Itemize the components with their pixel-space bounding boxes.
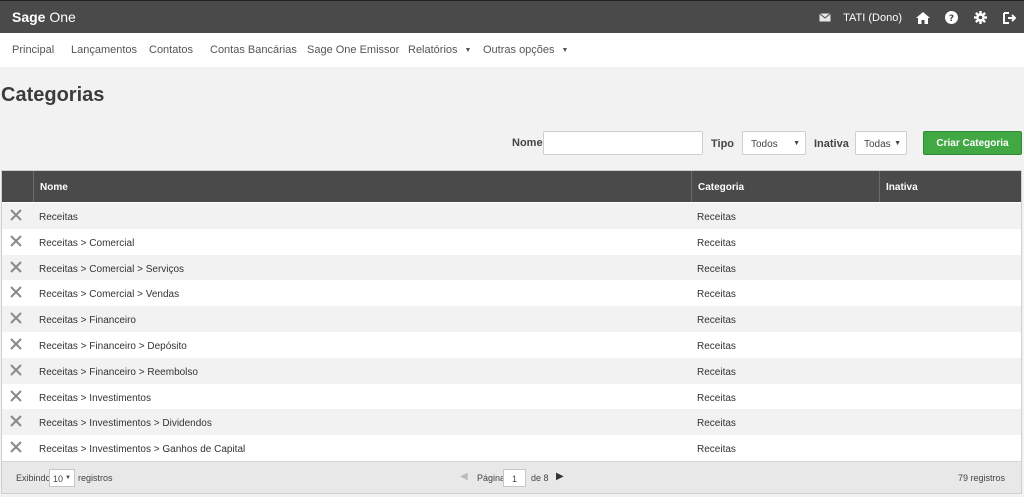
page-size-value: 10 [53, 474, 64, 484]
delete-icon[interactable] [10, 312, 24, 326]
inativa-select[interactable]: Todas ▼ [855, 131, 907, 155]
next-page-icon[interactable]: ▶ [556, 471, 564, 482]
cell-categoria: Receitas [697, 392, 736, 404]
table-header: Nome Categoria Inativa [2, 171, 1021, 202]
home-icon[interactable] [908, 1, 937, 34]
nav-item-sage-one-emissor[interactable]: Sage One Emissor [307, 44, 399, 56]
table-row[interactable]: Receitas > Investimentos Receitas [2, 383, 1021, 410]
svg-text:?: ? [949, 14, 954, 24]
nav-item-principal[interactable]: Principal [12, 44, 54, 56]
cell-nome[interactable]: Receitas > Financeiro > Reembolso [39, 367, 198, 378]
page-number-input[interactable]: 1 [503, 469, 526, 487]
nav-item-relatorios-label: Relatórios [408, 44, 458, 56]
total-records: 79 registros [957, 473, 1005, 483]
table-row[interactable]: Receitas > Financeiro > Reembolso Receita… [2, 357, 1021, 384]
table-row[interactable]: Receitas > Financeiro > Depósito Receitas [2, 332, 1021, 358]
column-header-nome[interactable]: Nome [33, 171, 691, 202]
inativa-label: Inativa [814, 138, 849, 150]
logo-text: One [49, 9, 76, 25]
nav-item-relatorios[interactable]: Relatórios ▼ [408, 44, 471, 56]
nav-item-lancamentos[interactable]: Lançamentos [71, 44, 137, 56]
page-count: de 8 [531, 473, 549, 483]
nav-item-contas-bancarias[interactable]: Contas Bancárias [210, 44, 297, 56]
delete-icon[interactable] [10, 235, 24, 249]
table-row[interactable]: Receitas > Comercial Receitas [2, 228, 1021, 255]
table-row[interactable]: Receitas > Comercial > Vendas Receitas [2, 280, 1021, 307]
cell-categoria: Receitas [697, 315, 736, 327]
create-category-button[interactable]: Criar Categoria [923, 131, 1022, 155]
cell-categoria: Receitas [697, 341, 736, 352]
caret-down-icon: ▼ [464, 47, 472, 54]
delete-icon[interactable] [10, 260, 24, 275]
caret-down-icon: ▼ [561, 47, 569, 54]
mail-icon[interactable] [810, 1, 839, 34]
cell-nome[interactable]: Receitas > Investimentos > Ganhos de Cap… [39, 444, 245, 455]
column-header-inativa[interactable]: Inativa [879, 171, 1021, 202]
cell-categoria: Receitas [697, 212, 736, 223]
prev-page-icon[interactable]: ◀ [460, 471, 468, 482]
tipo-select-value: Todos [751, 139, 778, 150]
caret-down-icon: ▼ [894, 140, 901, 147]
showing-label: Exibindo [16, 473, 51, 483]
cell-categoria: Receitas [697, 237, 736, 249]
logo-bold-text: Sage [12, 9, 46, 25]
cell-nome[interactable]: Receitas > Comercial [39, 238, 134, 249]
user-name[interactable]: TATI (Dono) [839, 12, 908, 24]
nav-item-outras-opcoes-label: Outras opções [483, 44, 555, 56]
table-row[interactable]: Receitas > Comercial > Serviços Receitas [2, 254, 1021, 281]
column-header-categoria[interactable]: Categoria [691, 171, 879, 202]
delete-icon[interactable] [10, 286, 24, 300]
help-icon[interactable]: ? [937, 1, 966, 34]
delete-icon[interactable] [10, 415, 24, 429]
records-label: registros [78, 473, 113, 483]
cell-categoria: Receitas [697, 263, 736, 275]
delete-icon[interactable] [10, 209, 24, 223]
cell-nome[interactable]: Receitas [39, 212, 78, 223]
delete-icon[interactable] [10, 364, 24, 378]
nome-label: Nome [512, 137, 543, 149]
tipo-label: Tipo [711, 138, 735, 150]
main-nav: Principal Lançamentos Contatos Contas Ba… [0, 33, 1024, 67]
header-delete-column [2, 171, 33, 202]
cell-nome[interactable]: Receitas > Investimentos [39, 393, 151, 404]
logout-icon[interactable] [995, 1, 1024, 34]
cell-categoria: Receitas [697, 289, 736, 301]
delete-icon[interactable] [10, 389, 24, 404]
cell-nome[interactable]: Receitas > Comercial > Vendas [39, 289, 179, 300]
top-actions: TATI (Dono) ? [810, 1, 1024, 34]
cell-nome[interactable]: Receitas > Financeiro > Depósito [39, 341, 187, 352]
caret-down-icon: ▼ [65, 475, 71, 481]
table-row[interactable]: Receitas Receitas [2, 203, 1021, 229]
top-bar: Sage One TATI (Dono) ? [0, 0, 1024, 33]
app-logo[interactable]: Sage One [12, 9, 76, 25]
nav-item-outras-opcoes[interactable]: Outras opções ▼ [483, 44, 568, 56]
table-row[interactable]: Receitas > Financeiro Receitas [2, 306, 1021, 333]
page-title: Categorias [1, 84, 105, 106]
cell-categoria: Receitas [697, 444, 736, 456]
caret-down-icon: ▼ [793, 140, 800, 147]
cell-nome[interactable]: Receitas > Financeiro [39, 315, 136, 326]
page-label: Página [477, 473, 506, 483]
page-size-select[interactable]: 10 ▼ [49, 469, 75, 487]
cell-nome[interactable]: Receitas > Comercial > Serviços [39, 264, 184, 275]
categories-table: Nome Categoria Inativa Receitas Receitas R… [1, 170, 1022, 494]
nav-item-contatos[interactable]: Contatos [149, 44, 193, 56]
cell-categoria: Receitas [697, 366, 736, 378]
nome-input[interactable] [543, 131, 703, 155]
tipo-select[interactable]: Todos ▼ [742, 131, 806, 155]
inativa-select-value: Todas [864, 139, 891, 150]
cell-categoria: Receitas [697, 418, 736, 430]
cell-nome[interactable]: Receitas > Investimentos > Dividendos [39, 418, 212, 429]
delete-icon[interactable] [10, 338, 24, 352]
delete-icon[interactable] [10, 441, 24, 455]
table-footer: Exibindo 10 ▼ registros ◀ Página 1 de 8 … [2, 461, 1021, 493]
table-row[interactable]: Receitas > Investimentos > Ganhos de Cap… [2, 435, 1021, 462]
gear-icon[interactable] [966, 1, 995, 34]
table-row[interactable]: Receitas > Investimentos > Dividendos Rec… [2, 409, 1021, 436]
